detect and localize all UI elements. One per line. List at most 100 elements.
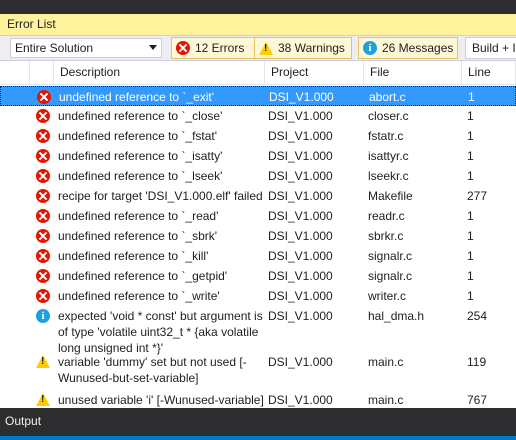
table-row[interactable]: undefined reference to `_exit' DSI_V1.000… (0, 86, 516, 106)
cell-project: DSI_V1.000 (268, 393, 333, 407)
errors-filter-button[interactable]: 12 Errors (171, 37, 255, 59)
cell-project: DSI_V1.000 (268, 129, 333, 143)
error-list-title-bar: Error List (0, 14, 516, 36)
cell-line: 277 (467, 189, 488, 203)
cell-file: lseekr.c (368, 169, 409, 183)
table-row[interactable]: undefined reference to `_write' DSI_V1.00… (0, 286, 516, 306)
column-header-line[interactable]: Line (462, 61, 516, 85)
cell-file: Makefile (368, 189, 413, 203)
warning-icon (36, 393, 50, 406)
cell-line: 1 (467, 249, 474, 263)
build-source-label: Build + I (472, 41, 516, 55)
scope-dropdown[interactable]: Entire Solution (10, 38, 162, 58)
cell-description: undefined reference to `_getpid' (58, 269, 228, 283)
cell-description: undefined reference to `_kill' (58, 249, 209, 263)
table-row[interactable]: undefined reference to `_close' DSI_V1.00… (0, 106, 516, 126)
cell-description: variable 'dummy' set but not used [-Wunu… (58, 355, 247, 385)
table-row[interactable]: undefined reference to `_lseek' DSI_V1.00… (0, 166, 516, 186)
cell-description: undefined reference to `_exit' (59, 90, 215, 104)
errors-filter-label: 12 Errors (195, 41, 245, 55)
column-header-icon[interactable] (30, 61, 54, 85)
messages-filter-button[interactable]: 26 Messages (358, 37, 458, 59)
cell-line: 254 (467, 309, 488, 323)
output-panel-tab[interactable]: Output (0, 408, 516, 440)
cell-file: writer.c (368, 289, 407, 303)
error-icon (36, 209, 50, 223)
column-header-project[interactable]: Project (265, 61, 364, 85)
table-row[interactable]: expected 'void * const' but argument is … (0, 306, 516, 355)
window-top-strip (0, 0, 516, 14)
chevron-down-icon (149, 45, 157, 50)
output-tab-accent (0, 436, 516, 440)
cell-file: fstatr.c (368, 129, 404, 143)
cell-line: 1 (467, 129, 474, 143)
table-row[interactable]: undefined reference to `_sbrk' DSI_V1.000… (0, 226, 516, 246)
error-icon (36, 109, 50, 123)
table-row[interactable]: undefined reference to `_getpid' DSI_V1.0… (0, 266, 516, 286)
info-icon (363, 41, 377, 55)
column-header-severity[interactable] (0, 61, 30, 85)
info-icon (36, 309, 50, 323)
warning-icon (259, 41, 273, 55)
cell-line: 1 (467, 149, 474, 163)
scope-value: Entire Solution (15, 41, 94, 55)
cell-line: 1 (468, 90, 475, 104)
column-header-row: Description Project File Line (0, 61, 516, 85)
error-icon (36, 269, 50, 283)
error-icon (36, 289, 50, 303)
build-source-dropdown[interactable]: Build + I (465, 37, 516, 59)
output-tab-label: Output (5, 414, 42, 428)
cell-project: DSI_V1.000 (268, 289, 333, 303)
column-header-description[interactable]: Description (54, 61, 265, 85)
table-row[interactable]: undefined reference to `_kill' DSI_V1.000… (0, 246, 516, 266)
warnings-filter-label: 38 Warnings (278, 41, 345, 55)
cell-description: undefined reference to `_write' (58, 289, 220, 303)
cell-file: closer.c (368, 109, 409, 123)
error-list-rows: undefined reference to `_exit' DSI_V1.000… (0, 85, 516, 408)
table-row[interactable]: undefined reference to `_fstat' DSI_V1.00… (0, 126, 516, 146)
cell-file: signalr.c (368, 249, 413, 263)
table-row[interactable]: variable 'dummy' set but not used [-Wunu… (0, 352, 516, 390)
error-icon (37, 90, 51, 104)
cell-project: DSI_V1.000 (268, 209, 333, 223)
cell-project: DSI_V1.000 (268, 109, 333, 123)
column-header-file[interactable]: File (364, 61, 462, 85)
panel-title: Error List (7, 17, 56, 31)
cell-file: signalr.c (368, 269, 413, 283)
table-row[interactable]: undefined reference to `_isatty' DSI_V1.0… (0, 146, 516, 166)
cell-description: undefined reference to `_lseek' (58, 169, 223, 183)
error-list-toolbar: Entire Solution 12 Errors 38 Warnings 26… (0, 36, 516, 61)
warning-icon (36, 355, 50, 368)
cell-description: undefined reference to `_close' (58, 109, 223, 123)
cell-project: DSI_V1.000 (268, 229, 333, 243)
table-row[interactable]: recipe for target 'DSI_V1.000.elf' faile… (0, 186, 516, 206)
table-row[interactable]: unused variable 'i' [-Wunused-variable] D… (0, 390, 516, 408)
error-icon (36, 129, 50, 143)
cell-project: DSI_V1.000 (268, 269, 333, 283)
cell-line: 1 (467, 229, 474, 243)
cell-line: 767 (467, 393, 488, 407)
cell-description: undefined reference to `_fstat' (58, 129, 218, 143)
cell-project: DSI_V1.000 (268, 249, 333, 263)
cell-line: 1 (467, 209, 474, 223)
cell-description: recipe for target 'DSI_V1.000.elf' faile… (58, 189, 263, 203)
cell-line: 1 (467, 109, 474, 123)
error-icon (36, 149, 50, 163)
cell-project: DSI_V1.000 (269, 90, 334, 104)
cell-description: undefined reference to `_read' (58, 209, 219, 223)
cell-project: DSI_V1.000 (268, 189, 333, 203)
warnings-filter-button[interactable]: 38 Warnings (254, 37, 352, 59)
cell-project: DSI_V1.000 (268, 169, 333, 183)
cell-description: expected 'void * const' but argument is … (58, 309, 263, 355)
table-row[interactable]: undefined reference to `_read' DSI_V1.000… (0, 206, 516, 226)
cell-project: DSI_V1.000 (268, 149, 333, 163)
cell-project: DSI_V1.000 (268, 355, 333, 369)
error-icon (36, 169, 50, 183)
error-icon (176, 41, 190, 55)
cell-line: 1 (467, 289, 474, 303)
error-icon (36, 229, 50, 243)
cell-file: main.c (368, 355, 404, 369)
cell-file: readr.c (368, 209, 405, 223)
cell-line: 1 (467, 269, 474, 283)
cell-file: abort.c (369, 90, 406, 104)
